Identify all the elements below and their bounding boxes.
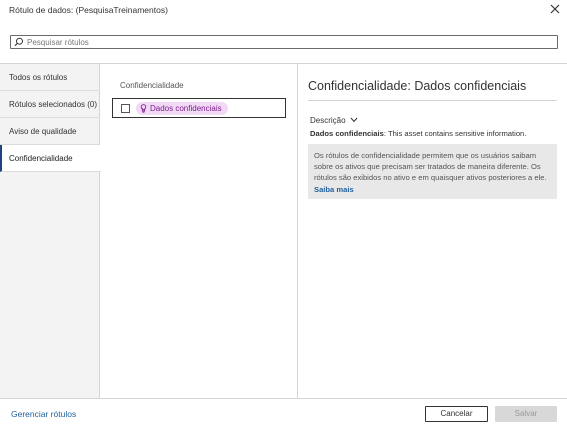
label-pill-text: Dados confidenciais [150, 104, 222, 113]
list-heading: Confidencialidade [120, 81, 184, 90]
chevron-down-icon [350, 117, 357, 123]
lightbulb-icon [140, 104, 147, 117]
search-icon [14, 37, 24, 47]
sidebar-item-all-labels[interactable]: Todos os rótulos [0, 64, 100, 91]
sidebar: Todos os rótulos Rótulos selecionados (0… [0, 64, 101, 398]
dialog-title: Rótulo de dados: (PesquisaTreinamentos) [9, 5, 168, 15]
description-text: Dados confidenciais: This asset contains… [310, 129, 560, 138]
sidebar-item-quality-warning[interactable]: Aviso de qualidade [0, 118, 100, 145]
label-checkbox[interactable] [121, 104, 130, 113]
label-pill: Dados confidenciais [136, 102, 228, 115]
search-box[interactable] [10, 35, 558, 49]
description-label-name: Dados confidenciais [310, 129, 384, 138]
info-text-line: Os rótulos de confidencialidade permitem… [314, 151, 537, 160]
detail-title: Confidencialidade: Dados confidenciais [308, 79, 527, 93]
save-button[interactable]: Salvar [495, 406, 557, 422]
sidebar-item-selected-labels[interactable]: Rótulos selecionados (0) [0, 91, 100, 118]
description-toggle-label: Descrição [310, 116, 346, 125]
sidebar-item-sensitivity[interactable]: Confidencialidade [0, 145, 101, 172]
dialog-titlebar: Rótulo de dados: (PesquisaTreinamentos) [0, 0, 567, 20]
learn-more-link[interactable]: Saiba mais [314, 184, 552, 195]
cancel-button[interactable]: Cancelar [425, 406, 488, 422]
label-list-panel: Confidencialidade Dados confidenciais [101, 64, 298, 398]
manage-labels-link[interactable]: Gerenciar rótulos [11, 409, 76, 419]
info-text-line: rótulos são exibidos no ativo e em quais… [314, 173, 547, 183]
info-box: Os rótulos de confidencialidade permitem… [308, 144, 557, 199]
info-text-line: sobre os ativos que precisam ser tratado… [314, 162, 541, 172]
description-toggle[interactable]: Descrição [310, 116, 358, 125]
detail-panel: Confidencialidade: Dados confidenciais D… [299, 64, 567, 398]
divider [308, 100, 557, 101]
description-body: : This asset contains sensitive informat… [383, 129, 527, 138]
list-item[interactable]: Dados confidenciais [112, 98, 286, 118]
close-icon[interactable] [549, 3, 561, 15]
divider [0, 398, 567, 399]
search-input[interactable] [27, 36, 547, 48]
